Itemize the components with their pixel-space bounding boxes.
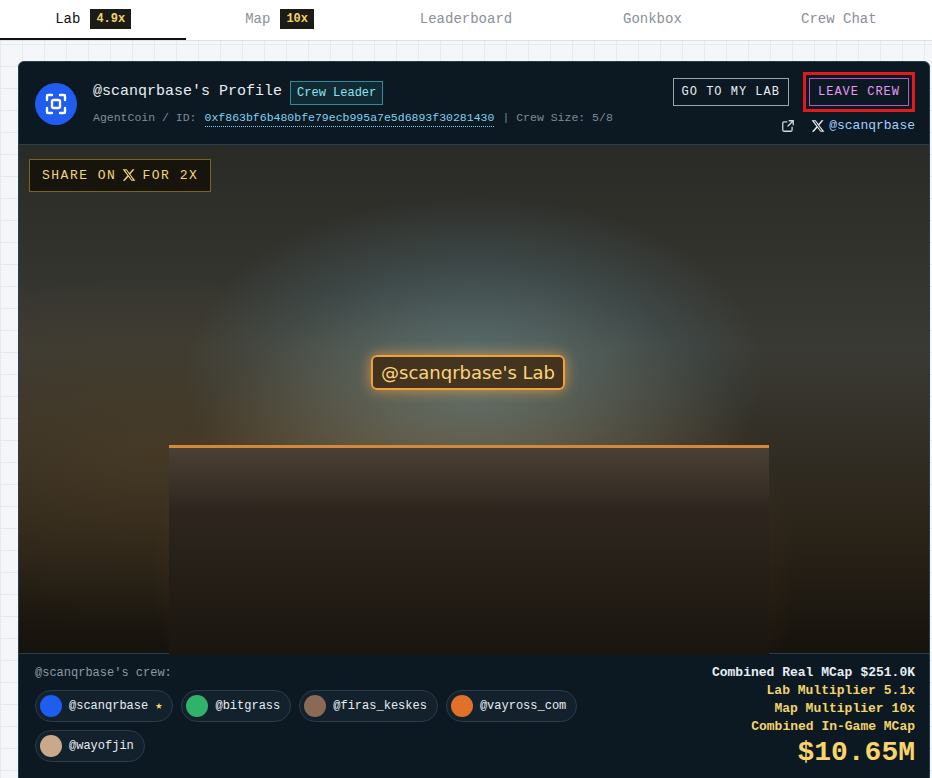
tab[interactable]: Lab 4.9x [0, 0, 186, 40]
external-link-icon[interactable] [781, 119, 795, 133]
tab-label[interactable]: Crew Chat [801, 9, 877, 30]
profile-title-row: @scanqrbase's Profile Crew Leader [93, 81, 613, 105]
total-label: Combined In-Game MCap [751, 718, 915, 736]
lab-label: @scanqrbase's Lab [371, 355, 565, 390]
member-handle[interactable]: @vayross_com [480, 697, 566, 715]
stat-label: Lab Multiplier [767, 682, 876, 700]
profile-info: @scanqrbase's Profile Crew Leader AgentCoi… [93, 81, 613, 127]
avatar [35, 83, 77, 125]
tab-label[interactable]: Gonkbox [623, 9, 682, 30]
button-row: GO TO MY LAB LEAVE CREW [667, 72, 915, 112]
stat-value: 10x [892, 700, 915, 718]
wallet-id[interactable]: 0xf863bf6b480bfe79ecb995a7e5d6893f302814… [205, 109, 495, 127]
member-handle[interactable]: @scanqrbase [69, 697, 148, 715]
stat-value: $251.0K [860, 664, 915, 682]
lab-image: SHARE ON FOR 2X @scanqrbase's Lab [19, 144, 929, 654]
x-handle[interactable]: @scanqrbase [829, 116, 915, 136]
member-handle[interactable]: @firas_keskes [333, 697, 427, 715]
tab[interactable]: Crew Chat [746, 0, 932, 40]
crew-size: | Crew Size: 5/8 [502, 109, 612, 127]
member-chip[interactable]: @vayross_com [446, 690, 577, 722]
tab-label[interactable]: Lab [55, 9, 80, 30]
stat-row: Map Multiplier 10x [774, 700, 915, 718]
tab-bar: Lab 4.9x Map 10x Leaderboard Gonkbox Crew Chat [0, 0, 932, 41]
tab-label[interactable]: Leaderboard [420, 9, 512, 30]
profile-title: @scanqrbase's Profile [93, 81, 282, 104]
go-to-lab-button[interactable]: GO TO MY LAB [673, 78, 789, 106]
total-value: $10.65M [797, 736, 915, 770]
member-handle[interactable]: @wayofjin [69, 737, 134, 755]
coin-label: AgentCoin / ID: [93, 109, 197, 127]
stats-panel: Combined Real MCap $251.0KLab Multiplier 5… [712, 664, 915, 770]
stat-row: Combined Real MCap $251.0K [712, 664, 915, 682]
stat-label: Combined Real MCap [712, 664, 852, 682]
tab[interactable]: Map 10x [186, 0, 372, 40]
share-text[interactable]: SHARE ON [42, 166, 116, 186]
x-logo-icon [811, 119, 825, 133]
member-chip[interactable]: @wayofjin [35, 730, 145, 762]
tab-label[interactable]: Map [245, 9, 270, 30]
crew-footer: @scanqrbase's crew: @scanqrbase ★ @bitgrass… [19, 654, 929, 778]
id-line: AgentCoin / ID: 0xf863bf6b480bfe79ecb995a… [93, 109, 613, 127]
desk-shape [169, 445, 769, 655]
leave-crew-button[interactable]: LEAVE CREW [809, 78, 909, 106]
button-frame: LEAVE CREW [803, 72, 915, 112]
profile-card: @scanqrbase's Profile Crew Leader AgentCoi… [18, 61, 930, 778]
tab-badge: 4.9x [90, 9, 131, 29]
member-chip[interactable]: @scanqrbase ★ [35, 690, 173, 722]
x-link[interactable]: @scanqrbase [811, 116, 915, 136]
tab-badge: 10x [280, 9, 314, 29]
profile-identity: @scanqrbase's Profile Crew Leader AgentCoi… [35, 72, 613, 136]
share-text[interactable]: FOR 2X [142, 166, 198, 186]
share-button[interactable]: SHARE ON FOR 2X [29, 159, 211, 193]
member-avatar [40, 695, 62, 717]
member-handle[interactable]: @bitgrass [215, 697, 280, 715]
crew-title: @scanqrbase's crew: [35, 664, 625, 682]
profile-actions: GO TO MY LAB LEAVE CREW @scanqrbase [667, 72, 915, 136]
member-avatar [186, 695, 208, 717]
leader-star: ★ [155, 697, 162, 715]
stat-row: Lab Multiplier 5.1x [767, 682, 915, 700]
member-chip[interactable]: @bitgrass [181, 690, 291, 722]
profile-header: @scanqrbase's Profile Crew Leader AgentCoi… [19, 62, 929, 144]
x-logo-icon [122, 168, 136, 182]
member-chip[interactable]: @firas_keskes [299, 690, 438, 722]
role-badge: Crew Leader [290, 81, 383, 105]
tab[interactable]: Gonkbox [559, 0, 745, 40]
member-avatar [304, 695, 326, 717]
stat-value: 5.1x [884, 682, 915, 700]
scan-icon [44, 92, 68, 116]
crew-section: @scanqrbase's crew: @scanqrbase ★ @bitgrass… [35, 664, 625, 770]
crew-members: @scanqrbase ★ @bitgrass @firas_keskes @vayro… [35, 690, 625, 762]
stat-label: Map Multiplier [774, 700, 883, 718]
member-avatar [451, 695, 473, 717]
member-avatar [40, 735, 62, 757]
social-row: @scanqrbase [781, 116, 915, 136]
tab[interactable]: Leaderboard [373, 0, 559, 40]
button-frame: GO TO MY LAB [667, 72, 795, 112]
